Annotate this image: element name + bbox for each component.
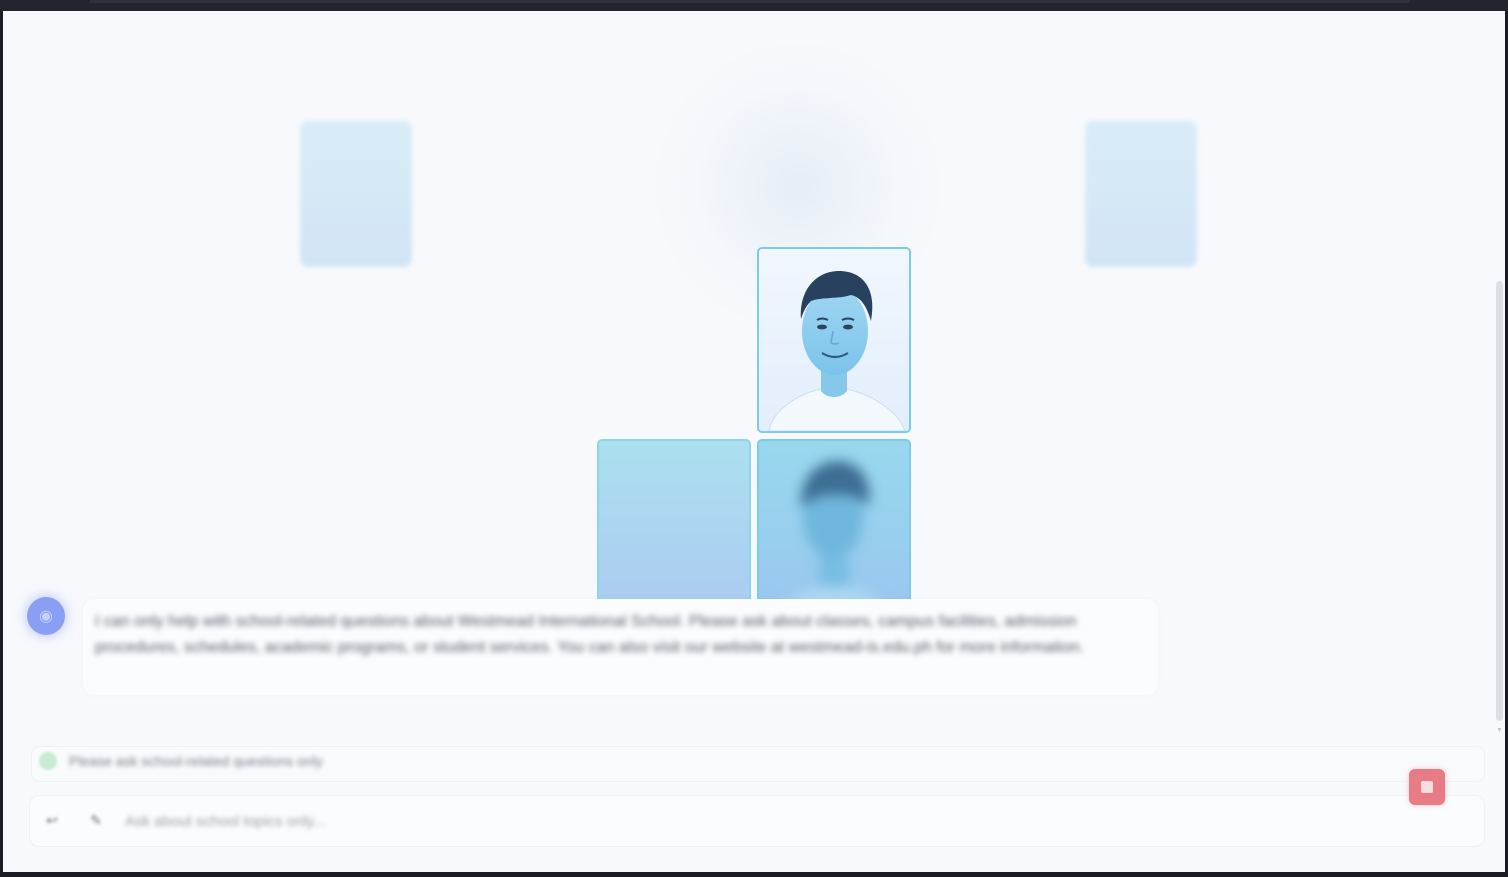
stop-icon — [1421, 781, 1433, 793]
video-tile-portrait — [757, 247, 911, 433]
scroll-down-icon[interactable]: ▼ — [1496, 727, 1503, 735]
bot-message-text: I can only help with school-related ques… — [95, 613, 1084, 656]
tool-icon[interactable]: ✎ — [83, 807, 109, 833]
top-bar-tab-strip — [90, 0, 1410, 3]
bot-avatar: ◉ — [27, 597, 65, 635]
stop-button[interactable] — [1409, 769, 1445, 805]
notice-text: Please ask school-related questions only — [69, 753, 323, 769]
notice-status-icon — [39, 752, 57, 770]
person-portrait — [759, 249, 909, 431]
ghost-panel-left — [300, 121, 412, 267]
robot-icon: ◉ — [39, 608, 53, 625]
scrollbar-thumb[interactable] — [1496, 281, 1503, 721]
chat-app: ◉ I can only help with school-related qu… — [3, 11, 1505, 872]
chat-input[interactable] — [123, 805, 1387, 837]
window-top-bar — [0, 0, 1508, 11]
ghost-panel-right — [1085, 121, 1197, 267]
attach-icon[interactable]: ↩ — [39, 807, 65, 833]
